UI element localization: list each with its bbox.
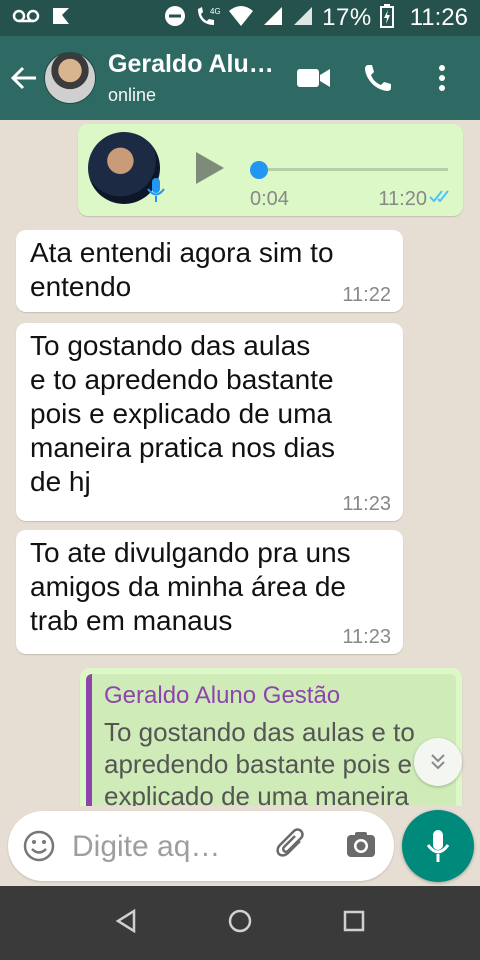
camera-icon	[347, 832, 375, 857]
voice-message[interactable]: 0:04 11:20	[78, 124, 463, 216]
composer	[0, 806, 480, 886]
do-not-disturb-icon	[164, 5, 186, 32]
contact-avatar[interactable]	[44, 52, 96, 104]
message-text: Ata entendi agora sim to entendo	[30, 237, 334, 302]
incoming-message[interactable]: Ata entendi agora sim to entendo 11:22	[16, 230, 403, 312]
record-voice-button[interactable]	[402, 810, 474, 882]
message-input[interactable]	[72, 827, 252, 867]
square-recents-icon	[343, 910, 364, 931]
quoted-text: To gostando das aulas e to apredendo bas…	[104, 717, 415, 806]
nav-recents-button[interactable]	[343, 910, 365, 937]
wifi-icon	[228, 5, 254, 32]
video-camera-icon	[297, 69, 330, 87]
contact-info[interactable]: Geraldo Alu… online	[108, 50, 296, 106]
double-check-icon	[429, 188, 453, 209]
signal-icon	[262, 5, 284, 32]
message-input-bar	[8, 811, 394, 881]
voice-timestamp: 11:20	[378, 188, 427, 210]
header-actions	[296, 60, 460, 96]
back-button[interactable]	[2, 36, 46, 120]
message-text: To gostando das aulas e to apredendo bas…	[30, 330, 336, 497]
status-right: 4G 17% 11:26	[164, 3, 468, 33]
quoted-author: Geraldo Aluno Gestão	[104, 682, 341, 709]
chat-area[interactable]: 0:04 11:20 Ata entendi agora sim to ente…	[0, 120, 480, 806]
outgoing-reply-message[interactable]: Geraldo Aluno Gestão To gostando das aul…	[80, 668, 462, 806]
quoted-message[interactable]: Geraldo Aluno Gestão To gostando das aul…	[86, 674, 456, 806]
video-call-button[interactable]	[296, 60, 332, 96]
signal-2-icon	[292, 5, 314, 32]
clock: 11:26	[409, 4, 468, 31]
status-bar: 4G 17% 11:26	[0, 0, 480, 36]
message-time: 11:23	[342, 626, 391, 648]
paperclip-icon	[276, 828, 304, 857]
scroll-to-bottom-button[interactable]	[414, 738, 462, 786]
contact-name: Geraldo Alu…	[108, 50, 274, 78]
nav-back-button[interactable]	[115, 908, 137, 938]
message-time: 11:23	[342, 493, 391, 515]
status-left	[12, 5, 72, 32]
voicemail-icon	[12, 8, 40, 29]
triangle-back-icon	[115, 908, 136, 933]
wifi-calling-icon: 4G	[194, 5, 221, 32]
flag-icon	[50, 5, 72, 32]
network-label: 4G	[210, 7, 220, 16]
message-time: 11:22	[342, 284, 391, 306]
arrow-left-icon	[10, 66, 36, 90]
chat-header: Geraldo Alu… online	[0, 36, 480, 120]
play-button[interactable]	[194, 150, 226, 191]
camera-button[interactable]	[346, 831, 376, 864]
message-text: To ate divulgando pra uns amigos da minh…	[30, 537, 351, 636]
battery-percent: 17%	[322, 4, 372, 31]
system-navigation-bar	[0, 886, 480, 960]
phone-icon	[365, 65, 391, 91]
incoming-message[interactable]: To gostando das aulas e to apredendo bas…	[16, 323, 403, 521]
voice-call-button[interactable]	[360, 60, 396, 96]
nav-home-button[interactable]	[228, 909, 252, 938]
circle-home-icon	[228, 909, 252, 932]
audio-progress-track[interactable]	[258, 168, 448, 171]
emoji-icon	[23, 830, 55, 862]
audio-progress-knob[interactable]	[250, 161, 268, 179]
more-options-button[interactable]	[424, 60, 460, 96]
attach-button[interactable]	[276, 827, 308, 868]
contact-status: online	[108, 85, 157, 105]
incoming-message[interactable]: To ate divulgando pra uns amigos da minh…	[16, 530, 403, 654]
double-chevron-down-icon	[431, 754, 445, 770]
emoji-button[interactable]	[22, 829, 56, 868]
play-icon	[196, 152, 224, 184]
microphone-icon	[426, 830, 450, 862]
battery-icon	[379, 3, 394, 33]
voice-duration: 0:04	[250, 188, 289, 210]
microphone-icon	[146, 176, 166, 209]
more-vertical-icon	[439, 65, 445, 91]
